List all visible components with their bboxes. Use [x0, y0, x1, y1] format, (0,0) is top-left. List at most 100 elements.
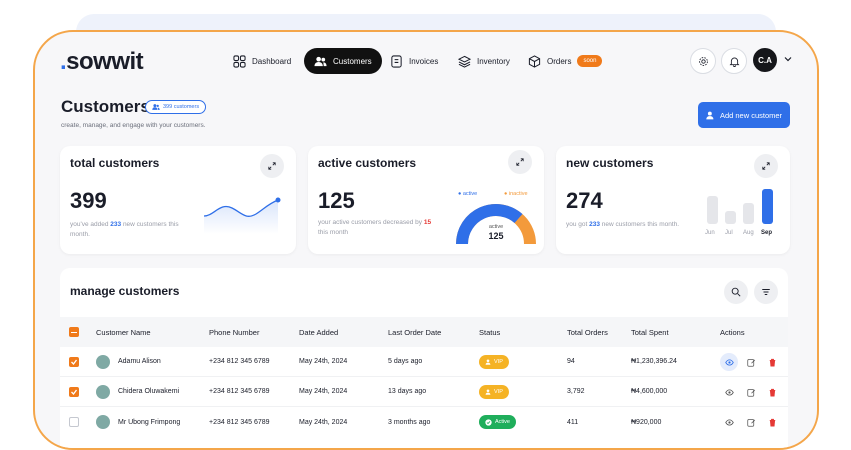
total-customers-value: 399 [70, 188, 107, 213]
trash-icon [769, 388, 775, 397]
user-avatar[interactable]: C.A [753, 48, 777, 72]
status-badge: Active [479, 415, 516, 429]
nav-orders[interactable]: Orders soon [518, 48, 612, 74]
page-subtitle: create, manage, and engage with your cus… [61, 122, 206, 129]
avatar [96, 355, 110, 369]
status-badge: VIP [479, 355, 509, 369]
trend-sparkline [203, 197, 281, 234]
table-title: manage customers [70, 284, 180, 298]
last-order-date: 5 days ago [388, 358, 423, 365]
column-header[interactable]: Status [479, 328, 500, 337]
date-added: May 24th, 2024 [299, 418, 348, 426]
customer-count-badge: 399 customers [145, 100, 207, 114]
delete-button[interactable] [763, 413, 781, 431]
manage-customers-table: manage customers Customer Name Phone Num… [60, 268, 788, 448]
notifications-button[interactable] [721, 48, 747, 74]
users-icon [152, 104, 160, 110]
total-spent: ₦920,000 [631, 418, 662, 426]
status-badge: VIP [479, 385, 509, 399]
nav-label: Invoices [409, 56, 439, 66]
avatar [96, 385, 110, 399]
chevron-down-icon[interactable] [783, 54, 793, 64]
expand-button[interactable] [754, 154, 778, 178]
last-order-date: 3 months ago [388, 418, 431, 426]
bar-aug [743, 203, 754, 224]
users-icon [314, 56, 327, 66]
soon-badge: soon [577, 55, 603, 67]
nav-inventory[interactable]: Inventory [448, 48, 520, 74]
column-header[interactable]: Date Added [299, 328, 338, 337]
customer-name[interactable]: Mr Ubong Frimpong [118, 419, 180, 426]
table-row[interactable]: Chidera Oluwakemi +234 812 345 6789 May … [60, 377, 788, 407]
edit-icon [746, 418, 755, 427]
view-button[interactable] [720, 413, 738, 431]
view-button[interactable] [720, 383, 738, 401]
delete-button[interactable] [763, 353, 781, 371]
bar-jul [725, 211, 736, 224]
column-header[interactable]: Last Order Date [388, 328, 441, 337]
filter-button[interactable] [754, 280, 778, 304]
date-added: May 24th, 2024 [299, 358, 348, 365]
nav-customers[interactable]: Customers [304, 48, 382, 74]
settings-button[interactable] [690, 48, 716, 74]
nav-dashboard[interactable]: Dashboard [223, 48, 301, 74]
column-header: Actions [720, 327, 745, 337]
eye-icon [724, 358, 734, 366]
edit-icon [746, 388, 755, 397]
gauge-label: active [488, 224, 504, 230]
expand-icon [762, 162, 770, 170]
bell-icon [729, 57, 739, 67]
eye-icon [724, 388, 734, 396]
expand-button[interactable] [260, 154, 284, 178]
table-row[interactable]: Mr Ubong Frimpong +234 812 345 6789 May … [60, 407, 788, 437]
view-button[interactable] [720, 353, 738, 371]
select-all-checkbox[interactable] [69, 327, 79, 337]
expand-icon [516, 158, 524, 166]
delete-button[interactable] [763, 383, 781, 401]
edit-button[interactable] [742, 413, 760, 431]
crown-icon [485, 359, 491, 365]
new-customers-description: you got 233 new customers this month. [566, 221, 680, 228]
card-title: total customers [70, 156, 160, 170]
search-button[interactable] [724, 280, 748, 304]
row-checkbox[interactable] [69, 387, 79, 397]
nav-label: Customers [333, 56, 372, 66]
edit-button[interactable] [742, 383, 760, 401]
total-orders: 411 [567, 418, 579, 426]
filter-icon [762, 289, 770, 295]
bar-jun [707, 196, 718, 224]
logo[interactable]: .sowwit [60, 48, 144, 76]
bar-label-jun: Jun [705, 230, 715, 236]
phone-number: +234 812 345 6789 [209, 358, 270, 365]
expand-button[interactable] [508, 150, 532, 174]
bar-sep [762, 189, 773, 224]
legend-inactive: ● inactive [504, 191, 528, 197]
date-added: May 24th, 2024 [299, 388, 348, 395]
crown-icon [485, 389, 491, 395]
phone-number: +234 812 345 6789 [209, 418, 270, 426]
eye-icon [724, 418, 734, 426]
row-checkbox[interactable] [69, 357, 79, 367]
total-customers-description: you've added 233 new customers this mont… [70, 221, 179, 238]
add-customer-label: Add new customer [719, 110, 783, 120]
column-header[interactable]: Total Orders [567, 328, 608, 337]
edit-button[interactable] [742, 353, 760, 371]
row-checkbox[interactable] [69, 417, 79, 427]
check-circle-icon [485, 418, 492, 426]
customer-name[interactable]: Chidera Oluwakemi [118, 388, 179, 395]
column-header[interactable]: Total Spent [631, 328, 669, 337]
phone-number: +234 812 345 6789 [209, 388, 270, 395]
column-header[interactable]: Phone Number [209, 328, 259, 337]
customer-name[interactable]: Adamu Alison [118, 358, 161, 365]
nav-label: Dashboard [252, 56, 292, 66]
add-customer-button[interactable]: Add new customer [698, 102, 790, 128]
card-title: active customers [318, 156, 417, 170]
add-user-icon [706, 111, 714, 119]
table-header: Customer Name Phone Number Date Added La… [60, 317, 788, 347]
total-orders: 94 [567, 358, 575, 365]
active-customers-description: your active customers decreased by 15 th… [318, 219, 432, 236]
table-row[interactable]: Adamu Alison +234 812 345 6789 May 24th,… [60, 347, 788, 377]
column-header[interactable]: Customer Name [96, 328, 151, 337]
nav-invoices[interactable]: Invoices [380, 48, 448, 74]
edit-icon [746, 358, 755, 367]
